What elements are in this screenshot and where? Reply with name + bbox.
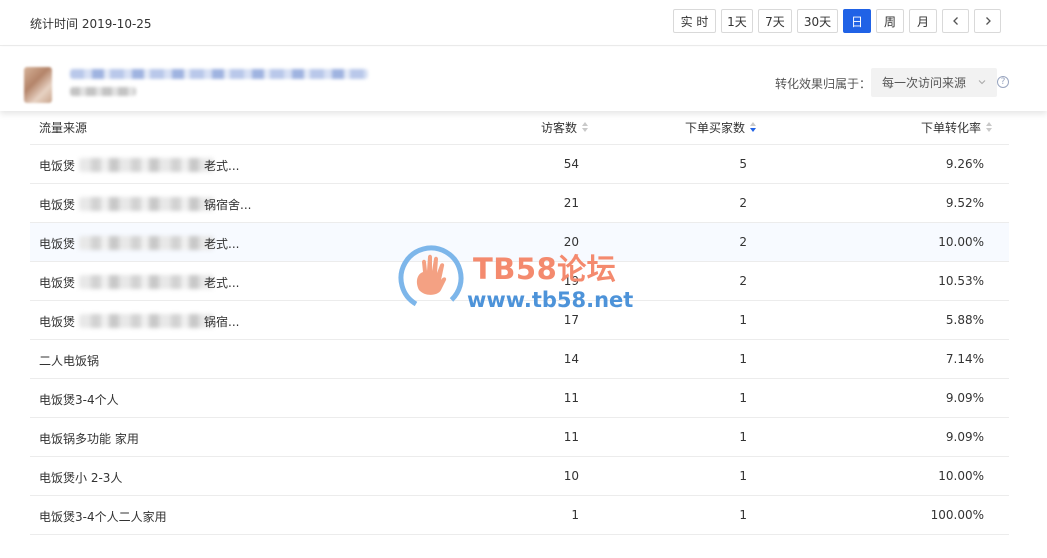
buyers-cell: 1: [739, 391, 747, 405]
source-cell[interactable]: 电饭煲3-4个人: [39, 391, 279, 408]
table-row: 电饭煲小 2-3人 10 1 10.00%: [30, 457, 1009, 496]
source-text: 二人电饭锅: [39, 354, 100, 368]
visitors-cell: 21: [563, 196, 579, 210]
rate-cell: 9.09%: [945, 391, 984, 405]
chevron-left-icon: [952, 17, 958, 25]
source-cell[interactable]: 二人电饭锅: [39, 352, 279, 369]
visitors-cell: 19: [563, 274, 579, 288]
table-header: 流量来源 访客数 下单买家数 下单转化率: [30, 110, 1009, 145]
rate-cell: 10.00%: [938, 235, 984, 249]
source-cell[interactable]: 电饭煲 锅宿舍...: [39, 196, 279, 213]
buyers-cell: 2: [739, 235, 747, 249]
range-day-button[interactable]: 日: [843, 9, 871, 33]
rate-cell: 5.88%: [945, 313, 984, 327]
visitors-cell: 11: [563, 430, 579, 444]
rate-cell: 9.26%: [945, 157, 984, 171]
visitors-cell: 54: [563, 157, 579, 171]
visitors-cell: 14: [563, 352, 579, 366]
column-header-visitors[interactable]: 访客数: [541, 119, 589, 136]
source-tail-text: 锅宿...: [204, 315, 240, 329]
source-text: 电饭煲3-4个人二人家用: [39, 510, 167, 524]
source-tail-text: 锅宿舍...: [204, 198, 252, 212]
visitors-cell: 17: [563, 313, 579, 327]
range-30day-button[interactable]: 30天: [797, 9, 838, 33]
stat-time: 统计时间 2019-10-25: [30, 17, 152, 31]
table-row: 电饭煲 老式... 54 5 9.26%: [30, 145, 1009, 184]
column-header-buyers[interactable]: 下单买家数: [685, 119, 757, 136]
source-text: 电饭煲: [39, 198, 76, 212]
source-cell[interactable]: 电饭煲小 2-3人: [39, 469, 279, 486]
sort-icon[interactable]: [582, 122, 589, 133]
chevron-down-icon: [978, 80, 986, 85]
column-header-source: 流量来源: [39, 121, 88, 135]
source-cell[interactable]: 电饭煲 老式...: [39, 157, 279, 174]
prev-button[interactable]: [942, 9, 969, 33]
source-cell[interactable]: 电饭煲 老式...: [39, 235, 279, 252]
source-tail-text: 老式...: [204, 159, 240, 173]
question-circle-icon[interactable]: ?: [997, 76, 1009, 88]
buyers-cell: 1: [739, 313, 747, 327]
rate-cell: 9.52%: [945, 196, 984, 210]
table-row: 电饭煲 锅宿舍... 21 2 9.52%: [30, 184, 1009, 223]
product-title-blurred[interactable]: [70, 69, 368, 79]
rate-cell: 100.00%: [930, 508, 984, 522]
source-tail-text: 老式...: [204, 237, 240, 251]
buyers-cell: 2: [739, 274, 747, 288]
product-thumbnail: [24, 67, 52, 103]
range-month-button[interactable]: 月: [909, 9, 937, 33]
source-tail-text: 老式...: [204, 276, 240, 290]
range-week-button[interactable]: 周: [876, 9, 904, 33]
product-id-blurred: [70, 87, 136, 96]
source-cell[interactable]: 电饭煲 老式...: [39, 274, 279, 291]
chevron-right-icon: [985, 17, 991, 25]
range-7day-button[interactable]: 7天: [758, 9, 792, 33]
buyers-cell: 1: [739, 352, 747, 366]
time-range-controls: 实 时 1天 7天 30天 日 周 月: [673, 9, 1006, 33]
traffic-source-table: 流量来源 访客数 下单买家数 下单转化率 电饭煲 老式... 54 5 9.26% 电饭煲…: [30, 110, 1009, 535]
top-bar: 统计时间 2019-10-25 实 时 1天 7天 30天 日 周 月: [0, 0, 1047, 46]
attribution-label: 转化效果归属于：: [775, 77, 872, 91]
rate-cell: 10.00%: [938, 469, 984, 483]
attribution-select[interactable]: 每一次访问来源: [871, 68, 997, 97]
range-realtime-button[interactable]: 实 时: [673, 9, 716, 33]
source-text: 电饭煲小 2-3人: [39, 471, 123, 485]
visitors-cell: 10: [563, 469, 579, 483]
table-row: 电饭煲 老式... 20 2 10.00%: [30, 223, 1009, 262]
attribution-select-value: 每一次访问来源: [882, 76, 967, 90]
buyers-cell: 1: [739, 508, 747, 522]
rate-cell: 9.09%: [945, 430, 984, 444]
buyers-cell: 2: [739, 196, 747, 210]
table-row: 电饭煲 老式... 19 2 10.53%: [30, 262, 1009, 301]
product-panel: 转化效果归属于： 每一次访问来源 ?: [0, 47, 1047, 111]
visitors-cell: 11: [563, 391, 579, 405]
column-header-rate[interactable]: 下单转化率: [921, 119, 993, 136]
range-1day-button[interactable]: 1天: [721, 9, 753, 33]
sort-desc-icon[interactable]: [750, 122, 757, 133]
source-text: 电饭煲: [39, 159, 76, 173]
source-text: 电饭煲: [39, 315, 76, 329]
source-cell[interactable]: 电饭煲3-4个人二人家用: [39, 508, 279, 525]
table-row: 电饭锅多功能 家用 11 1 9.09%: [30, 418, 1009, 457]
table-row: 电饭煲3-4个人 11 1 9.09%: [30, 379, 1009, 418]
source-text: 电饭煲3-4个人: [39, 393, 119, 407]
visitors-cell: 1: [571, 508, 579, 522]
buyers-cell: 1: [739, 430, 747, 444]
rate-cell: 7.14%: [945, 352, 984, 366]
source-text: 电饭锅多功能 家用: [39, 432, 139, 446]
next-button[interactable]: [974, 9, 1001, 33]
table-row: 电饭煲 锅宿... 17 1 5.88%: [30, 301, 1009, 340]
buyers-cell: 1: [739, 469, 747, 483]
source-cell[interactable]: 电饭锅多功能 家用: [39, 430, 279, 447]
source-text: 电饭煲: [39, 276, 76, 290]
source-text: 电饭煲: [39, 237, 76, 251]
table-row: 二人电饭锅 14 1 7.14%: [30, 340, 1009, 379]
rate-cell: 10.53%: [938, 274, 984, 288]
buyers-cell: 5: [739, 157, 747, 171]
sort-icon[interactable]: [986, 122, 993, 133]
visitors-cell: 20: [563, 235, 579, 249]
table-row: 电饭煲3-4个人二人家用 1 1 100.00%: [30, 496, 1009, 535]
source-cell[interactable]: 电饭煲 锅宿...: [39, 313, 279, 330]
